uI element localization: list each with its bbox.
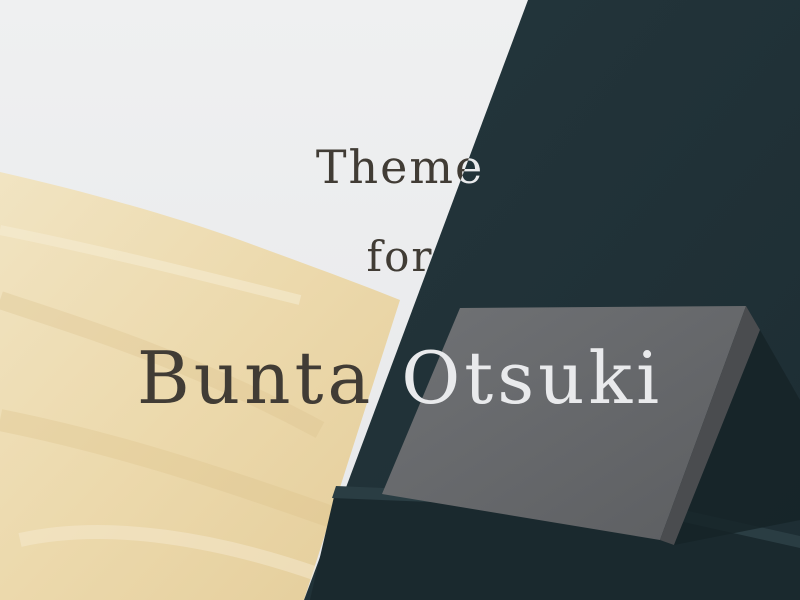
poster: Theme for Bunta Otsuki Theme for Bunta O…	[0, 0, 800, 600]
